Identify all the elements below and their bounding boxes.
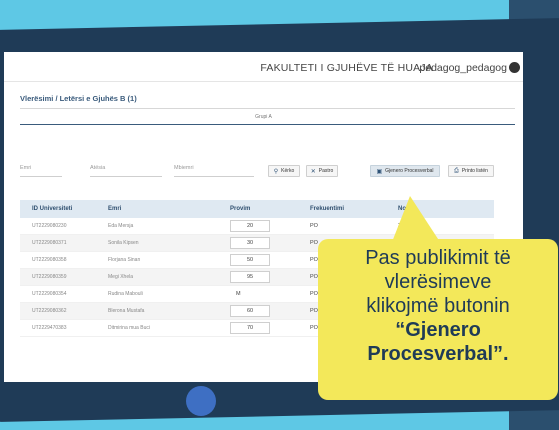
group-tab[interactable]: Grupi A xyxy=(4,114,523,120)
callout-line-5: Procesverbal”. xyxy=(367,343,509,365)
student-name: Eda Mersja xyxy=(108,223,134,229)
student-id: UT2229080358 xyxy=(32,257,67,263)
callout-line-1: Pas publikimit të xyxy=(365,247,511,269)
gjenero-button-label: Gjenero Procesverbal xyxy=(385,168,434,174)
print-list-button[interactable]: ⎙ Printo listën xyxy=(448,165,494,177)
student-id: UT2229080354 xyxy=(32,291,67,297)
callout-text: Pas publikimit të vlerësimeve klikojmë b… xyxy=(318,246,558,366)
callout-pointer xyxy=(392,196,440,242)
student-id: UT2229080371 xyxy=(32,240,67,246)
group-tab-underline xyxy=(20,124,515,125)
close-icon: ✕ xyxy=(310,168,316,175)
divider xyxy=(20,108,515,109)
student-name: Ditmirina mua Buci xyxy=(108,325,150,331)
student-name: Megi Xhela xyxy=(108,274,134,280)
search-icon: ⚲ xyxy=(273,168,279,175)
user-account-icon[interactable] xyxy=(509,62,520,73)
tablet-home-button xyxy=(186,386,216,416)
attendance-value: PO xyxy=(310,223,318,229)
search-button[interactable]: ⚲ Kërko xyxy=(268,165,300,177)
clear-button-label: Pastro xyxy=(318,168,334,174)
exam-score-input[interactable]: 70 xyxy=(230,322,270,334)
breadcrumb: Vlerësimi / Letërsi e Gjuhës B (1) xyxy=(20,94,137,103)
print-button-label: Printo listën xyxy=(461,168,488,174)
exam-score-input[interactable]: 30 xyxy=(230,237,270,249)
header-attendance: Frekuentimi xyxy=(310,206,345,212)
callout-line-2: vlerësimeve xyxy=(384,271,492,293)
callout-line-4: “Gjenero xyxy=(395,319,481,341)
father-name-field[interactable]: Atësia xyxy=(90,164,162,177)
clear-button[interactable]: ✕ Pastro xyxy=(306,165,338,177)
top-bar: FAKULTETI I GJUHËVE TË HUAJA pedagog_ped… xyxy=(4,52,523,82)
user-name[interactable]: pedagog_pedagog xyxy=(419,62,507,74)
header-name: Emri xyxy=(108,206,122,212)
exam-score-input[interactable]: 50 xyxy=(230,254,270,266)
student-name: Blerona Mustafa xyxy=(108,308,145,314)
header-id: ID Universiteti xyxy=(32,206,73,212)
exam-score-input[interactable]: 20 xyxy=(230,220,270,232)
student-id: UT2229470383 xyxy=(32,325,67,331)
callout-line-3: klikojmë butonin xyxy=(366,295,510,317)
header-exam: Provim xyxy=(230,206,251,212)
student-name: Rudina Mabouli xyxy=(108,291,143,297)
student-id: UT2229080230 xyxy=(32,223,67,229)
gjenero-procesverbal-button[interactable]: ▣ Gjenero Procesverbal xyxy=(370,165,440,177)
student-id: UT2229080359 xyxy=(32,274,67,280)
first-name-field[interactable]: Emri xyxy=(20,164,62,177)
student-name: Florjana Sinan xyxy=(108,257,141,263)
printer-icon: ⎙ xyxy=(454,167,459,174)
document-icon: ▣ xyxy=(376,168,383,175)
search-button-label: Kërko xyxy=(281,168,295,174)
exam-score-input[interactable]: 95 xyxy=(230,271,270,283)
exam-score-input[interactable]: 60 xyxy=(230,305,270,317)
student-id: UT2229080362 xyxy=(32,308,67,314)
student-name: Sonila Kipsen xyxy=(108,240,139,246)
faculty-title: FAKULTETI I GJUHËVE TË HUAJA xyxy=(260,62,433,74)
exam-score-value: M xyxy=(236,291,241,297)
last-name-field[interactable]: Mbiemri xyxy=(174,164,254,177)
